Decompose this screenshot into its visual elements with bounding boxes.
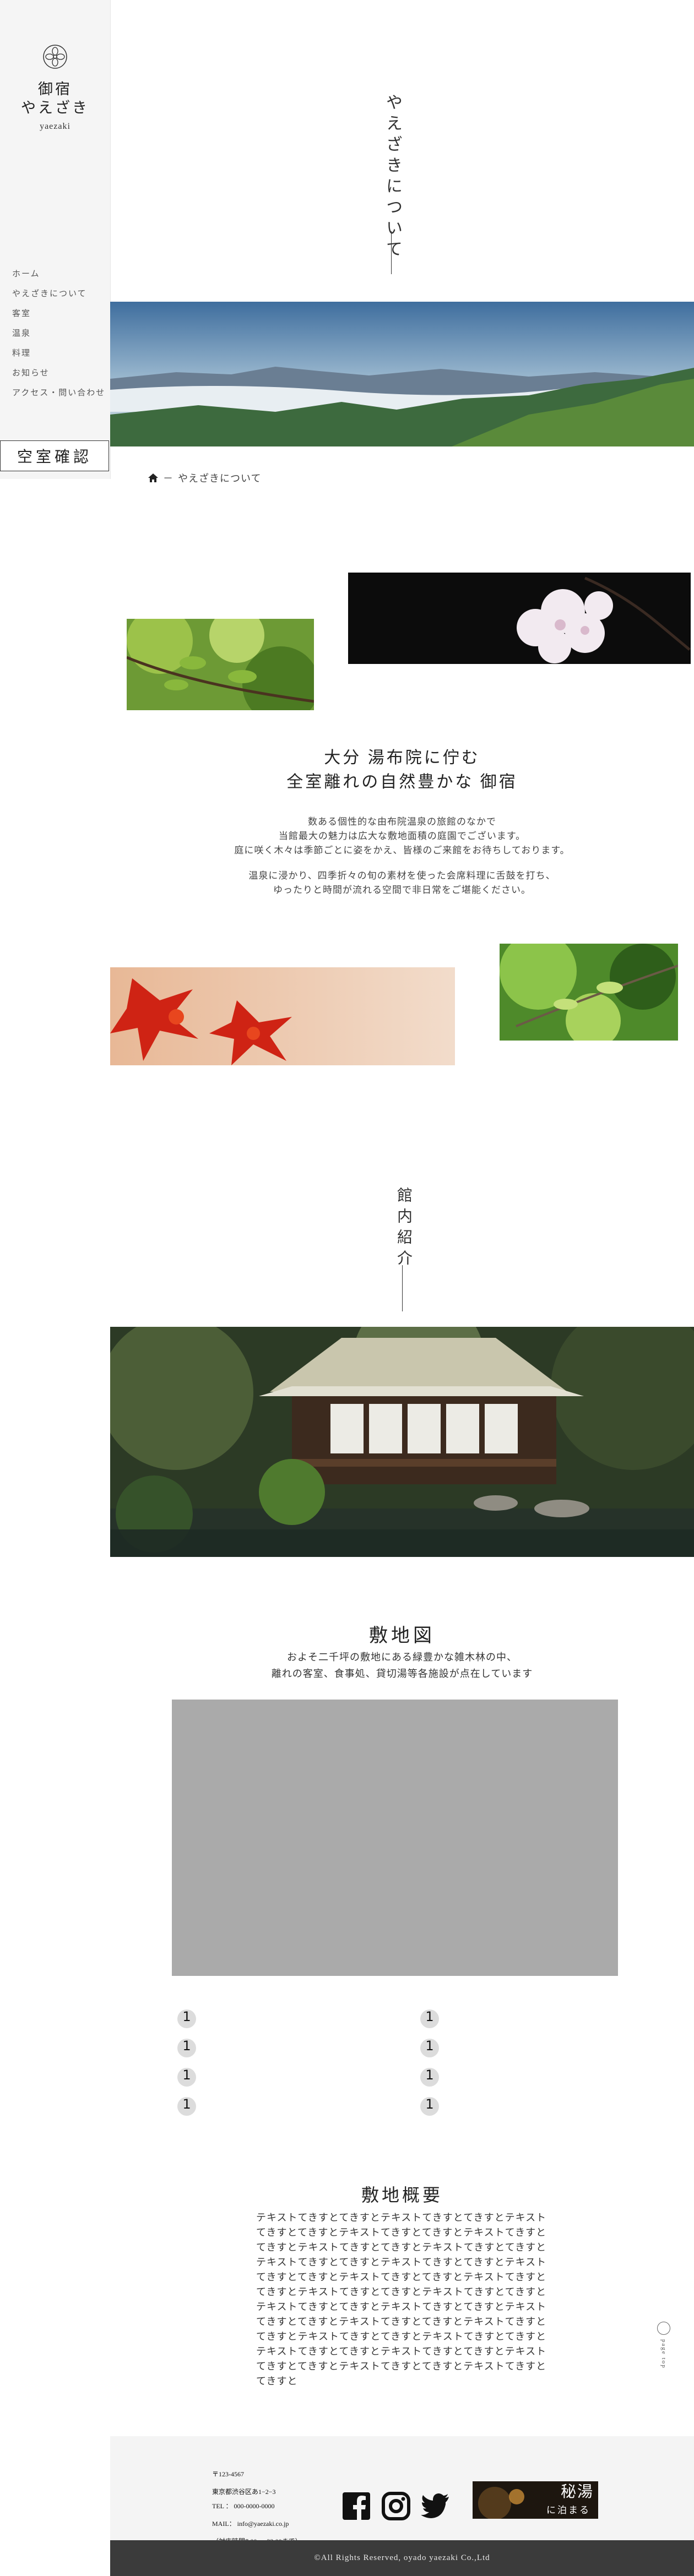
home-icon[interactable] [148, 472, 159, 483]
intro-text-line: 当館最大の魅力は広大な敷地面積の庭園でございます。 [278, 831, 526, 841]
autumn-maple-image [110, 967, 455, 1065]
intro-body: 数ある個性的な由布院温泉の旅館のなかで 当館最大の魅力は広大な敷地面積の庭園でご… [110, 815, 694, 897]
legend-number-badge: 1 [420, 2009, 439, 2028]
legend-item: 1 [420, 2033, 439, 2062]
nav-item-home[interactable]: ホーム [12, 264, 105, 284]
main-nav: ホーム やえざきについて 客室 温泉 料理 お知らせ アクセス・問い合わせ [12, 264, 105, 403]
map-legend-left: 1 1 1 1 [177, 2004, 196, 2121]
facility-title: 館内紹介 [395, 1187, 412, 1271]
nav-item-rooms[interactable]: 客室 [12, 304, 105, 324]
logo-subtitle: yaezaki [40, 122, 71, 131]
legend-number-badge: 1 [420, 2096, 439, 2116]
sidebar: 御宿 やえざき yaezaki ホーム やえざきについて 客室 温泉 料理 お知… [0, 0, 111, 479]
cherry-blossom-image [348, 573, 691, 664]
footer-postal: 〒123-4567 [212, 2470, 244, 2478]
page-top-circle-icon [657, 2322, 670, 2335]
overview-heading: 敷地概要 [361, 2185, 443, 2205]
intro-text-line: 温泉に浸かり、四季折々の旬の素材を使った会席料理に舌鼓を打ち、 [248, 870, 556, 881]
legend-number-badge: 1 [177, 2096, 196, 2116]
footer-tel[interactable]: TEL ： 000-0000-0000 [212, 2502, 302, 2510]
footer-mail[interactable]: MAIL： info@yaezaki.co.jp [212, 2519, 302, 2528]
hero-landscape-image [110, 302, 694, 446]
copyright: ©All Rights Reserved, oyado yaezaki Co.,… [110, 2540, 694, 2576]
banner-title: 秘湯 [560, 2484, 594, 2501]
footer: 〒123-4567 東京都渋谷区あ1−2−3 TEL ： 000-0000-00… [110, 2436, 694, 2545]
page-top-label: page top [660, 2339, 667, 2369]
intro-heading-line2: 全室離れの自然豊かな 御宿 [286, 773, 518, 791]
banner-subtitle: に泊まる [546, 2505, 590, 2515]
nav-item-onsen[interactable]: 温泉 [12, 324, 105, 344]
site-map-heading: 敷地図 [369, 1626, 435, 1646]
intro-text-line: ゆったりと時間が流れる空間で非日常をご堪能ください。 [273, 885, 531, 895]
legend-number-badge: 1 [177, 2067, 196, 2087]
instagram-icon[interactable] [381, 2491, 411, 2521]
title-divider [391, 231, 392, 274]
ryokan-building-image [110, 1327, 694, 1557]
site-map-desc-line: 離れの客室、食事処、貸切湯等各施設が点在しています [271, 1668, 533, 1679]
logo[interactable]: 御宿 やえざき yaezaki [0, 44, 110, 132]
nav-item-news[interactable]: お知らせ [12, 363, 105, 383]
legend-number-badge: 1 [420, 2038, 439, 2057]
site-map-image [172, 1700, 618, 1976]
logo-name: 御宿 やえざき [21, 81, 89, 116]
page-title: やえざきについて [383, 94, 402, 261]
legend-item: 1 [420, 2062, 439, 2092]
breadcrumb: － やえざきについて [148, 471, 261, 485]
legend-number-badge: 1 [177, 2009, 196, 2028]
facebook-icon[interactable] [341, 2491, 371, 2521]
breadcrumb-separator: － [163, 473, 174, 484]
legend-item: 1 [177, 2092, 196, 2121]
map-legend-right: 1 1 1 1 [420, 2004, 439, 2121]
page-top-button[interactable]: page top [655, 2322, 672, 2369]
intro-heading-line1: 大分 湯布院に佇む [324, 749, 480, 767]
legend-item: 1 [420, 2004, 439, 2033]
legend-number-badge: 1 [420, 2067, 439, 2087]
spring-leaves-image [127, 619, 314, 710]
intro-text-line: 庭に咲く木々は季節ごとに姿をかえ、皆様のご来館をお待ちしております。 [234, 845, 570, 856]
legend-number-badge: 1 [177, 2038, 196, 2057]
legend-item: 1 [177, 2033, 196, 2062]
nav-item-about[interactable]: やえざきについて [12, 284, 105, 304]
legend-item: 1 [420, 2092, 439, 2121]
logo-crest-icon [43, 45, 67, 69]
facility-divider [402, 1265, 403, 1311]
green-branch-image [500, 944, 678, 1041]
site-map-desc-line: およそ二千坪の敷地にある緑豊かな雑木林の中、 [287, 1652, 517, 1663]
legend-item: 1 [177, 2004, 196, 2033]
site-map-description: およそ二千坪の敷地にある緑豊かな雑木林の中、 離れの客室、食事処、貸切湯等各施設… [110, 1649, 694, 1682]
hitou-banner[interactable]: 秘湯 に泊まる [473, 2481, 598, 2519]
intro-heading: 大分 湯布院に佇む 全室離れの自然豊かな 御宿 [110, 746, 694, 794]
nav-item-access[interactable]: アクセス・問い合わせ [12, 383, 105, 403]
nav-item-cuisine[interactable]: 料理 [12, 344, 105, 363]
legend-item: 1 [177, 2062, 196, 2092]
breadcrumb-current: やえざきについて [178, 473, 262, 484]
intro-text-line: 数ある個性的な由布院温泉の旅館のなかで [308, 816, 496, 827]
overview-body: テキストてきすとてきすとテキストてきすとてきすとテキストてきすとてきすとテキスト… [256, 2212, 547, 2387]
twitter-icon[interactable] [420, 2491, 450, 2521]
reserve-button[interactable]: 空室確認 [0, 440, 109, 471]
